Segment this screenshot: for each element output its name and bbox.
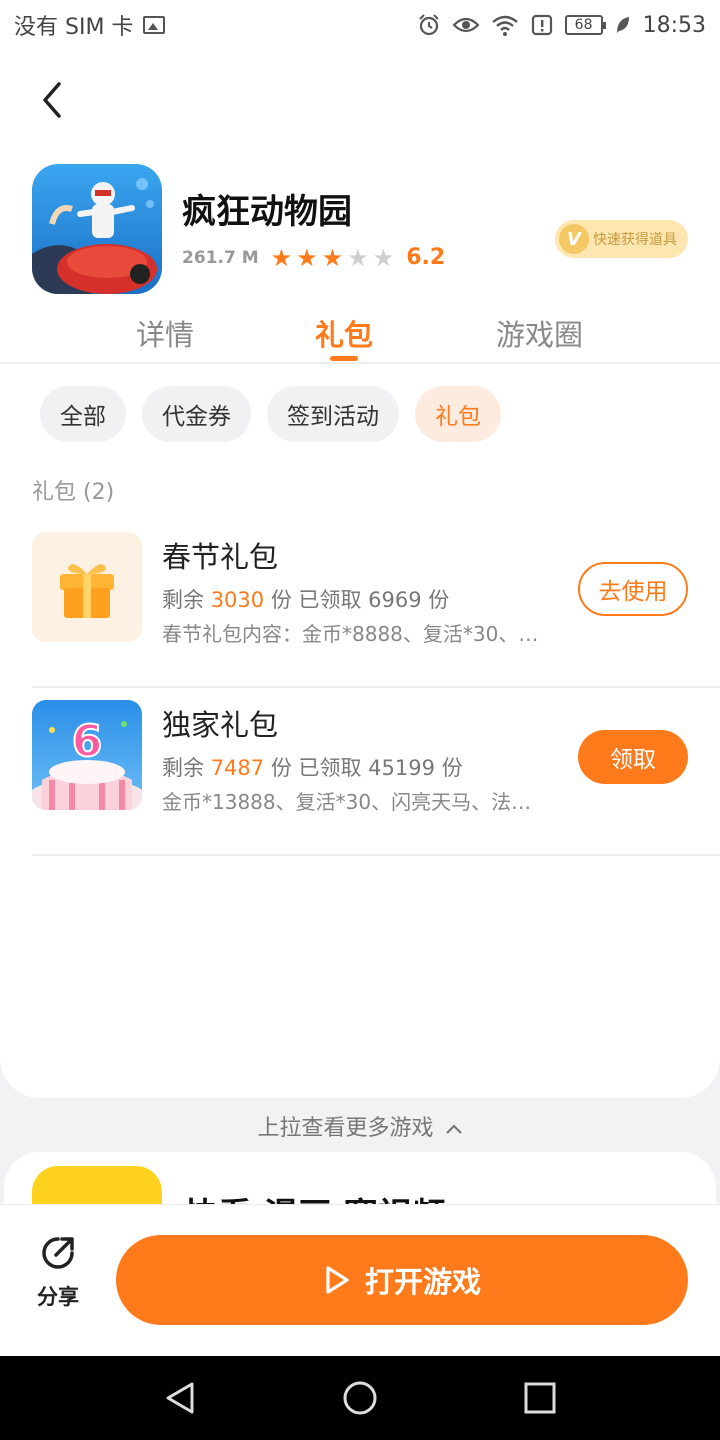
chip-checkin[interactable]: 签到活动 — [267, 386, 399, 442]
main-card: 疯狂动物园 261.7 M ★ ★ ★ ★ ★ 6.2 V 快速获得道具 详情 … — [0, 50, 720, 1098]
filter-chips: 全部 代金券 签到活动 礼包 — [40, 386, 501, 442]
vip-badge-label: 快速获得道具 — [593, 232, 677, 248]
clock-text: 18:53 — [642, 12, 706, 38]
share-icon — [42, 1237, 74, 1269]
gift-stats: 剩余 7487 份 已领取 45199 份 — [162, 752, 463, 782]
pull-more-label: 上拉查看更多游戏 — [257, 1116, 434, 1141]
chevron-up-icon — [445, 1124, 462, 1134]
alert-icon — [531, 14, 552, 36]
back-button[interactable] — [30, 78, 74, 122]
battery-icon: 68 — [564, 15, 606, 35]
app-size: 261.7 M — [182, 247, 259, 268]
system-nav-bar — [0, 1356, 720, 1440]
share-label: 分享 — [37, 1285, 79, 1309]
use-button[interactable]: 去使用 — [578, 562, 688, 616]
star-icon: ★ — [321, 243, 344, 272]
claim-button[interactable]: 领取 — [578, 730, 688, 784]
gift-item[interactable]: 6 独家礼包 剩余 7487 份 已领取 45199 份 金币*13888、复活… — [32, 688, 720, 856]
leaf-icon — [616, 17, 629, 33]
tab-active-indicator — [330, 356, 358, 361]
open-game-label: 打开游戏 — [364, 1265, 481, 1299]
play-icon — [326, 1266, 349, 1294]
gift-title: 春节礼包 — [162, 540, 279, 574]
rating-stars: ★ ★ ★ ★ ★ — [271, 246, 395, 270]
wifi-icon — [491, 15, 518, 36]
gift-item[interactable]: 春节礼包 剩余 3030 份 已领取 6969 份 春节礼包内容：金币*8888… — [32, 520, 720, 688]
claimed-text: 份 已领取 45199 份 — [270, 756, 463, 780]
birthday-cake-icon: 6 — [32, 700, 142, 810]
star-icon: ★ — [372, 243, 395, 272]
nav-home-icon[interactable] — [342, 1380, 378, 1416]
status-left: 没有 SIM 卡 — [14, 9, 166, 41]
star-icon: ★ — [347, 243, 369, 272]
tab-gifts[interactable]: 礼包 — [315, 312, 373, 354]
bottom-action-bar: 分享 打开游戏 — [0, 1204, 720, 1356]
chip-gift[interactable]: 礼包 — [415, 386, 501, 442]
nav-back-icon[interactable] — [162, 1380, 198, 1416]
app-icon — [32, 164, 162, 294]
nav-recent-icon[interactable] — [522, 1380, 558, 1416]
app-name: 疯狂动物园 — [182, 192, 352, 232]
pull-more-hint[interactable]: 上拉查看更多游戏 — [0, 1110, 720, 1142]
status-bar: 没有 SIM 卡 68 18:53 — [0, 0, 720, 50]
star-icon: ★ — [296, 243, 318, 272]
gift-stats: 剩余 3030 份 已领取 6969 份 — [162, 584, 449, 614]
svg-text:6: 6 — [72, 716, 103, 767]
remaining-count: 3030 — [210, 588, 265, 612]
remaining-count: 7487 — [210, 756, 265, 780]
tab-bar: 详情 礼包 游戏圈 — [0, 308, 720, 364]
gift-title: 独家礼包 — [162, 708, 279, 742]
vip-icon: V — [559, 224, 589, 254]
status-right: 68 18:53 — [417, 13, 706, 38]
app-meta: 261.7 M ★ ★ ★ ★ ★ 6.2 — [182, 245, 445, 270]
rating-score: 6.2 — [406, 245, 446, 270]
tab-game-circle[interactable]: 游戏圈 — [496, 312, 583, 354]
chip-voucher[interactable]: 代金券 — [142, 386, 251, 442]
vip-badge[interactable]: V 快速获得道具 — [555, 220, 688, 258]
open-game-button[interactable]: 打开游戏 — [116, 1235, 688, 1325]
gift-box-icon — [32, 532, 142, 642]
image-notification-icon — [143, 16, 166, 34]
chevron-left-icon — [43, 82, 61, 118]
star-icon: ★ — [270, 243, 293, 272]
gift-description: 春节礼包内容：金币*8888、复活*30、… — [162, 622, 539, 646]
section-label: 礼包 (2) — [32, 480, 115, 505]
share-button[interactable]: 分享 — [30, 1233, 86, 1311]
alarm-icon — [418, 14, 439, 36]
eye-icon — [452, 17, 479, 33]
chip-all[interactable]: 全部 — [40, 386, 126, 442]
gift-description: 金币*13888、复活*30、闪亮天马、法… — [162, 790, 532, 814]
claimed-text: 份 已领取 6969 份 — [270, 588, 450, 612]
carrier-text: 没有 SIM 卡 — [14, 15, 134, 40]
tab-details[interactable]: 详情 — [136, 312, 194, 354]
remaining-prefix: 剩余 — [162, 756, 204, 780]
remaining-prefix: 剩余 — [162, 588, 204, 612]
